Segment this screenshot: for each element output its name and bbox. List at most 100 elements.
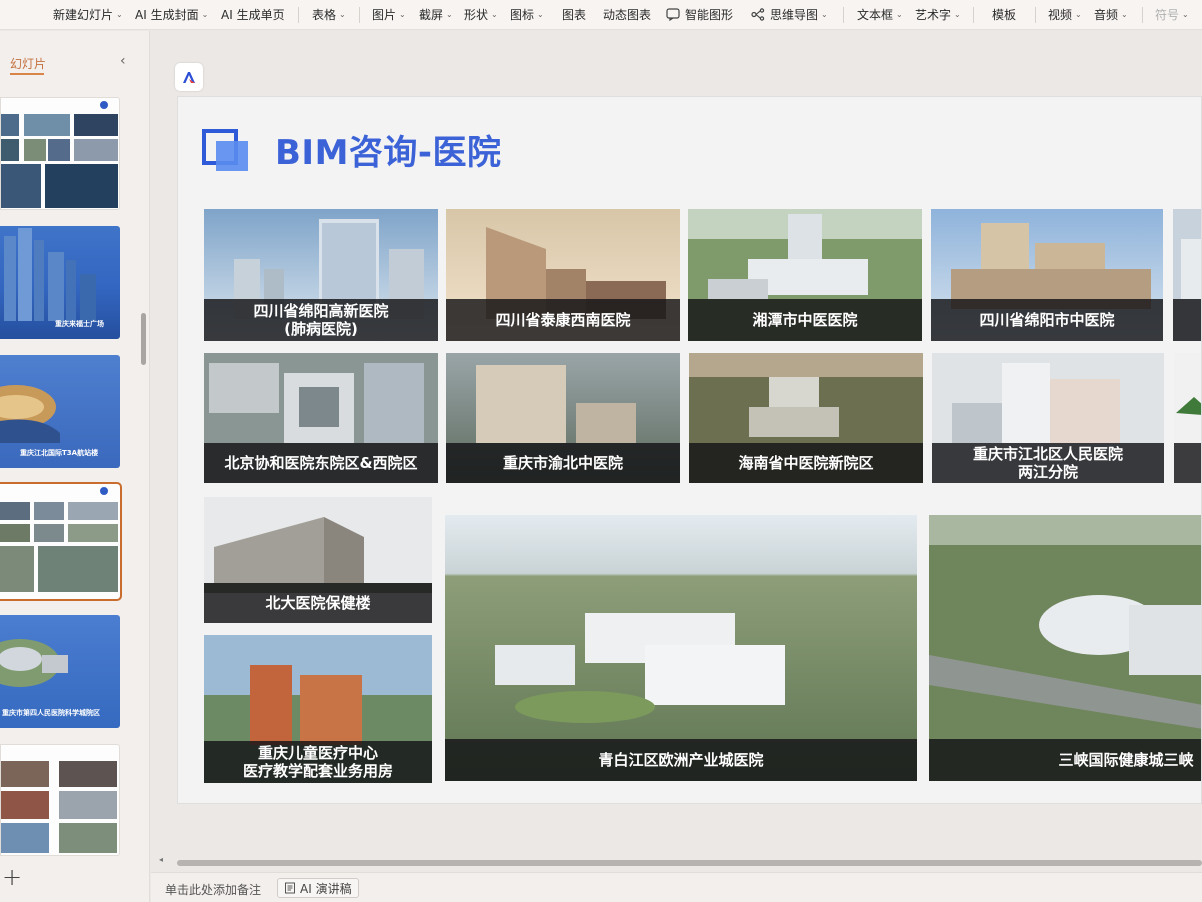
picture-label: 图片 [372, 8, 397, 22]
mind-map-icon [751, 8, 765, 21]
ai-cover-button[interactable]: AI 生成封面 ⌄ [135, 6, 208, 23]
tile-caption: 北京协和医院东院区&西院区 [204, 443, 438, 483]
tile-caption-line: (肺病医院) [284, 320, 358, 338]
chevron-down-icon: ⌄ [1075, 10, 1082, 19]
mind-map-button[interactable]: 思维导图 ⌄ [751, 6, 828, 23]
symbol-button[interactable]: 符号 ⌄ [1155, 6, 1189, 23]
screenshot-button[interactable]: 截屏 ⌄ [419, 6, 453, 23]
chevron-left-icon[interactable]: ‹ [120, 53, 126, 69]
new-slide-label: 新建幻灯片 [53, 8, 114, 22]
tile-caption-line: 三峡国际健康城三峡 [1058, 751, 1194, 769]
ai-cover-label: AI 生成封面 [135, 8, 199, 22]
slide-thumbnail[interactable]: 重庆江北国际T3A航站楼 [0, 355, 120, 468]
hospital-photo-tile[interactable]: 重庆市渝北中医院 [446, 353, 680, 483]
slide-thumbnail[interactable]: 重庆来福士广场 [0, 226, 120, 339]
tile-caption-line: 重庆市江北区人民医院 [972, 445, 1123, 463]
chevron-down-icon: ⌄ [339, 10, 346, 19]
shape-label: 形状 [464, 8, 489, 22]
tile-caption-line: 医疗教学配套业务用房 [242, 762, 393, 780]
icon-label: 图标 [510, 8, 535, 22]
hospital-photo-tile[interactable] [1173, 209, 1201, 341]
slide-thumbnail[interactable] [0, 97, 120, 210]
slide-title[interactable]: BIM咨询-医院 [275, 125, 502, 174]
tile-caption-line: 北京协和医院东院区&西院区 [224, 454, 418, 472]
table-button[interactable]: 表格 ⌄ [312, 6, 346, 23]
document-icon [285, 882, 295, 894]
tile-caption: 重庆市渝北中医院 [446, 443, 680, 483]
textbox-button[interactable]: 文本框 ⌄ [857, 6, 903, 23]
smart-graphic-label: 智能图形 [685, 8, 734, 22]
thumbnail-image [0, 487, 118, 592]
chevron-down-icon: ⌄ [399, 10, 406, 19]
tile-caption: 海南省中医院新院区 [689, 443, 923, 483]
panel-title: 幻灯片 [10, 57, 47, 71]
panel-scrollbar[interactable] [141, 313, 146, 365]
template-button[interactable]: 模板 [992, 6, 1016, 23]
hospital-photo-tile[interactable]: 北京协和医院东院区&西院区 [204, 353, 438, 483]
hospital-photo-tile[interactable]: 青白江区欧洲产业城医院 [445, 515, 917, 781]
tile-caption-line: 四川省泰康西南医院 [495, 311, 631, 329]
chevron-down-icon: ⌄ [1182, 10, 1189, 19]
hospital-photo-tile[interactable]: 四川省泰康西南医院 [446, 209, 680, 341]
ai-single-page-button[interactable]: AI 生成单页 [221, 6, 285, 23]
slide-thumbnail[interactable]: 重庆市第四人民医院科学城院区 [0, 615, 120, 728]
hospital-photo-tile[interactable]: 四川省绵阳市中医院 [931, 209, 1163, 341]
icon-button[interactable]: 图标 ⌄ [510, 6, 544, 23]
audio-button[interactable]: 音频 ⌄ [1094, 6, 1128, 23]
ai-assistant-icon[interactable] [175, 63, 203, 91]
tile-caption-line: 湘潭市中医医院 [752, 311, 858, 329]
scroll-left-arrow-icon[interactable]: ◂ [159, 855, 163, 864]
hospital-photo-tile[interactable] [1174, 353, 1201, 483]
hospital-photo-tile[interactable]: 四川省绵阳高新医院 (肺病医院) [204, 209, 438, 341]
tile-caption [1173, 299, 1201, 341]
chevron-down-icon: ⌄ [954, 10, 961, 19]
hospital-photo-tile[interactable]: 湘潭市中医医院 [688, 209, 922, 341]
ai-speech-draft-button[interactable]: AI 演讲稿 [277, 878, 359, 898]
notes-bar: 单击此处添加备注 AI 演讲稿 [151, 872, 1202, 902]
audio-label: 音频 [1094, 8, 1119, 22]
thumbnail-image [1, 101, 118, 208]
tile-caption: 北大医院保健楼 [204, 583, 432, 623]
video-button[interactable]: 视频 ⌄ [1048, 6, 1082, 23]
plus-icon[interactable]: + [2, 863, 22, 891]
tile-caption-line: 四川省绵阳市中医院 [979, 311, 1115, 329]
tile-caption-line: 青白江区欧洲产业城医院 [598, 751, 764, 769]
toolbar-divider [973, 7, 974, 23]
smart-graphic-button[interactable]: 智能图形 [666, 6, 733, 23]
chevron-down-icon: ⌄ [446, 10, 453, 19]
dynamic-chart-button[interactable]: 动态图表 [603, 6, 651, 23]
tile-caption: 重庆市江北区人民医院 两江分院 [932, 443, 1164, 483]
ribbon-toolbar: 新建幻灯片 ⌄ AI 生成封面 ⌄ AI 生成单页 表格 ⌄ 图片 ⌄ 截屏 ⌄ 形状 ⌄ … [0, 0, 1202, 30]
shape-button[interactable]: 形状 ⌄ [464, 6, 498, 23]
chart-label: 图表 [562, 8, 587, 22]
tile-caption-line: 海南省中医院新院区 [738, 454, 874, 472]
video-label: 视频 [1048, 8, 1073, 22]
picture-button[interactable]: 图片 ⌄ [372, 6, 406, 23]
slide[interactable]: BIM咨询-医院 四川省绵阳高新医院 (肺病医院) 四川省泰康西南医院 湘潭市中… [177, 96, 1202, 804]
tile-caption [1174, 443, 1201, 483]
toolbar-divider [1142, 7, 1143, 23]
tile-caption-line: 四川省绵阳高新医院 [253, 302, 389, 320]
toolbar-divider [843, 7, 844, 23]
slide-thumbnail[interactable] [0, 744, 120, 856]
hospital-photo-tile[interactable]: 重庆市江北区人民医院 两江分院 [932, 353, 1164, 483]
thumbnail-caption: 重庆来福士广场 [55, 320, 104, 328]
hospital-photo-tile[interactable]: 北大医院保健楼 [204, 497, 432, 623]
word-art-label: 艺术字 [915, 8, 952, 22]
notes-placeholder[interactable]: 单击此处添加备注 [165, 881, 261, 898]
chart-button[interactable]: 图表 [562, 6, 586, 23]
hospital-photo-tile[interactable]: 重庆儿童医疗中心 医疗教学配套业务用房 [204, 635, 432, 783]
slide-thumbnail-selected[interactable] [0, 482, 122, 601]
panel-title-underline [10, 73, 44, 75]
tile-caption: 湘潭市中医医院 [688, 299, 922, 341]
canvas-horizontal-scrollbar[interactable]: ◂ [159, 855, 1202, 866]
hospital-photo-tile[interactable]: 三峡国际健康城三峡 [929, 515, 1201, 781]
tile-caption: 四川省泰康西南医院 [446, 299, 680, 341]
scrollbar-thumb[interactable] [177, 860, 1202, 866]
hospital-photo-tile[interactable]: 海南省中医院新院区 [689, 353, 923, 483]
word-art-button[interactable]: 艺术字 ⌄ [915, 6, 961, 23]
tile-caption-line: 两江分院 [1017, 463, 1078, 481]
chevron-down-icon: ⌄ [201, 10, 209, 19]
new-slide-button[interactable]: 新建幻灯片 ⌄ [53, 6, 123, 23]
chevron-down-icon: ⌄ [896, 10, 903, 19]
